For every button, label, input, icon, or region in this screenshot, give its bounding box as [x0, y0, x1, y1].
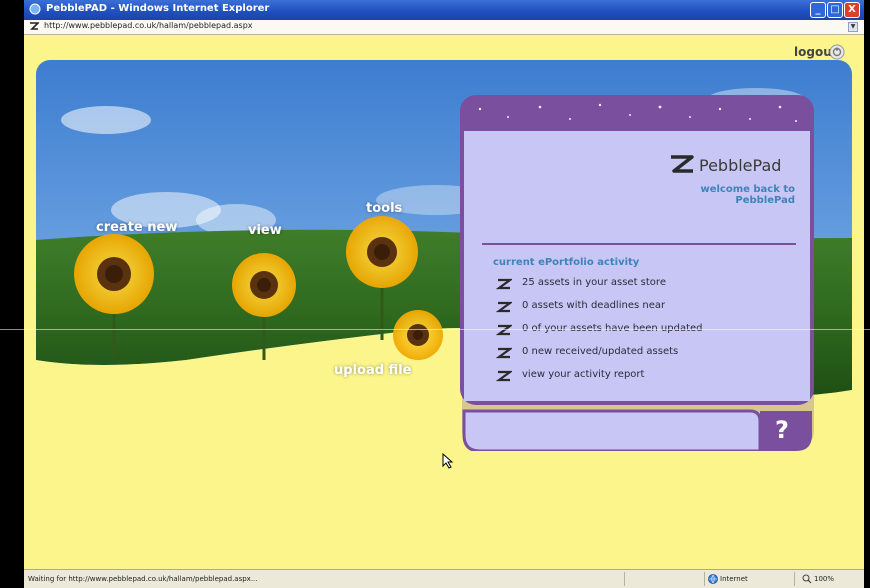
z-bullet-icon — [496, 347, 512, 359]
security-zone: Internet — [720, 575, 748, 583]
divider — [482, 243, 796, 245]
pebblepad-panel: PebblePad welcome back to PebblePad curr… — [460, 95, 816, 451]
help-button[interactable]: ? — [758, 410, 806, 450]
zoom-icon — [802, 574, 812, 584]
mouse-cursor-icon — [442, 453, 454, 469]
address-bar[interactable]: http://www.pebblepad.co.uk/hallam/pebble… — [24, 20, 864, 35]
page-content: logout create new view tools upload file… — [24, 35, 864, 569]
panel-frame — [460, 95, 814, 451]
internet-zone-icon — [708, 574, 718, 584]
address-dropdown-button[interactable]: ▼ — [848, 22, 858, 32]
z-bullet-icon — [496, 324, 512, 336]
create-new-link[interactable]: create new — [96, 220, 177, 235]
z-bullet-icon — [496, 301, 512, 313]
status-message: Waiting for http://www.pebblepad.co.uk/h… — [28, 575, 258, 583]
z-bullet-icon — [496, 278, 512, 290]
welcome-message: welcome back to PebblePad — [700, 184, 795, 206]
activity-item-label[interactable]: 0 assets with deadlines near — [522, 300, 665, 311]
browser-window: PebblePAD - Windows Internet Explorer _ … — [24, 0, 864, 588]
activity-item-label[interactable]: 0 new received/updated assets — [522, 346, 678, 357]
pebblepad-logo-icon — [671, 155, 694, 173]
close-button[interactable]: X — [844, 2, 860, 18]
activity-item-label[interactable]: view your activity report — [522, 369, 644, 380]
upload-file-link[interactable]: upload file — [334, 363, 411, 378]
status-separator — [624, 572, 625, 586]
status-separator — [704, 572, 705, 586]
status-separator — [794, 572, 795, 586]
brand-name: PebblePad — [699, 156, 782, 175]
activity-item-label[interactable]: 25 assets in your asset store — [522, 277, 666, 288]
page-icon — [30, 22, 39, 30]
activity-heading: current ePortfolio activity — [493, 257, 640, 268]
power-icon[interactable] — [829, 44, 845, 60]
window-title: PebblePAD - Windows Internet Explorer — [46, 3, 270, 14]
maximize-button[interactable]: □ — [827, 2, 843, 18]
status-bar: Waiting for http://www.pebblepad.co.uk/h… — [24, 569, 864, 588]
minimize-button[interactable]: _ — [810, 2, 826, 18]
screen-artifact-line — [0, 329, 870, 330]
ie-app-icon — [29, 3, 41, 15]
title-bar: PebblePAD - Windows Internet Explorer _ … — [24, 0, 864, 20]
zoom-level[interactable]: 100% — [814, 575, 834, 583]
address-url[interactable]: http://www.pebblepad.co.uk/hallam/pebble… — [44, 21, 253, 30]
view-link[interactable]: view — [248, 223, 282, 238]
tools-link[interactable]: tools — [366, 201, 402, 216]
z-bullet-icon — [496, 370, 512, 382]
